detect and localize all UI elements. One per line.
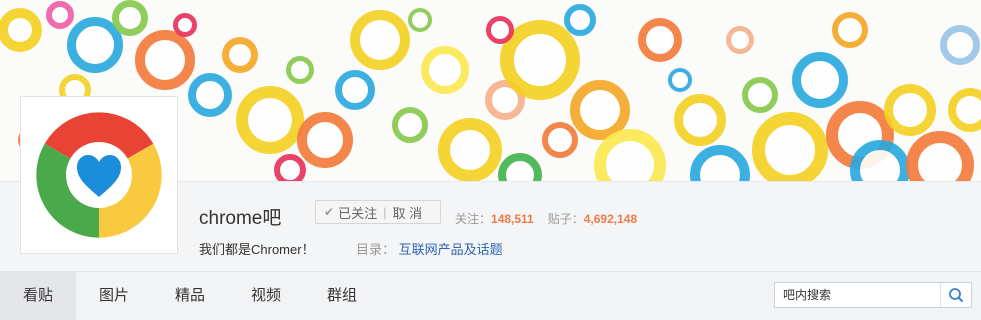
forum-title[interactable]: chrome吧: [199, 203, 281, 230]
posts-label: 贴子：: [547, 212, 584, 226]
tab-images[interactable]: 图片: [76, 272, 152, 320]
posts-count: 4,692,148: [583, 212, 638, 226]
followers-count: 148,511: [491, 212, 534, 226]
directory-label: 目录：: [356, 242, 396, 257]
chrome-heart-logo-icon: [36, 112, 162, 238]
cancel-follow-button[interactable]: 取 消: [392, 203, 422, 222]
search-icon: [949, 288, 963, 302]
forum-avatar[interactable]: [20, 96, 178, 254]
tab-videos[interactable]: 视频: [228, 272, 304, 320]
followed-label: 已关注: [338, 205, 378, 221]
tab-posts[interactable]: 看贴: [0, 272, 76, 320]
check-icon: ✔: [324, 205, 335, 219]
forum-directory: 目录： 互联网产品及话题: [356, 239, 503, 258]
tab-groups[interactable]: 群组: [304, 272, 380, 320]
directory-link[interactable]: 互联网产品及话题: [399, 242, 503, 257]
forum-search-input[interactable]: [775, 283, 941, 307]
forum-search-box: [774, 282, 972, 308]
followers-label: 关注：: [455, 212, 492, 226]
tab-featured[interactable]: 精品: [152, 272, 228, 320]
search-button[interactable]: [940, 283, 971, 307]
follow-divider: |: [383, 204, 387, 220]
follow-toggle-button[interactable]: ✔ 已关注 | 取 消: [315, 200, 441, 224]
forum-stats: 关注：148,511 贴子：4,692,148: [455, 210, 637, 227]
forum-slogan: 我们都是Chromer！: [199, 242, 315, 257]
